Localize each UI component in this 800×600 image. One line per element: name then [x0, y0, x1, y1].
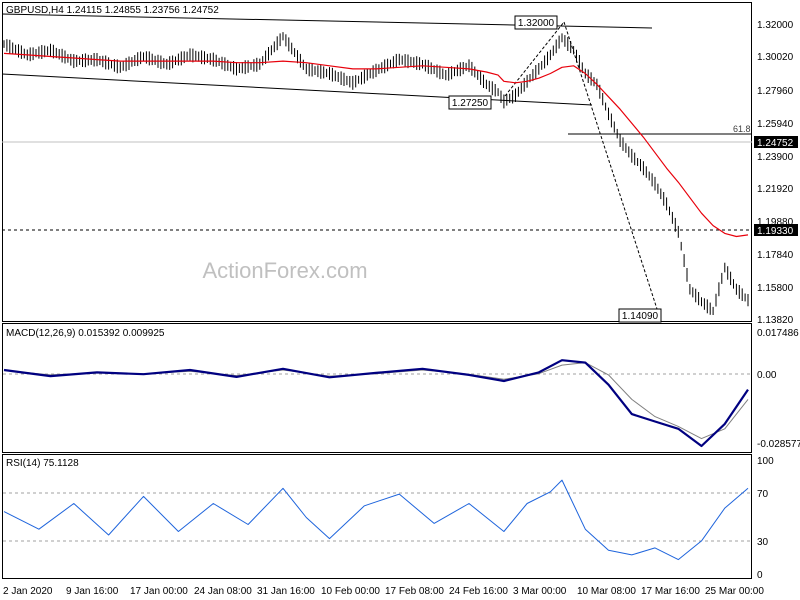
macd-panel-frame — [2, 323, 752, 453]
macd-y-tick: 0.017486 — [757, 328, 799, 339]
macd-header: MACD(12,26,9) 0.015392 0.009925 — [6, 328, 165, 339]
rsi-y-tick: 0 — [757, 570, 763, 581]
rsi-y-axis: 100 70 30 0 — [757, 456, 774, 581]
x-tick: 24 Jan 08:00 — [194, 586, 252, 597]
callout-high: 1.32000 — [518, 18, 555, 29]
main-y-axis: 1.32000 1.30020 1.27960 1.25940 1.23900 … — [757, 20, 794, 326]
callout-mid: 1.27250 — [452, 98, 489, 109]
x-tick: 31 Jan 16:00 — [257, 586, 315, 597]
x-tick: 25 Mar 00:00 — [705, 586, 764, 597]
fib-label: 61.8 — [733, 124, 751, 134]
series-layer — [3, 52, 749, 561]
x-tick: 10 Feb 00:00 — [321, 586, 380, 597]
x-tick: 10 Mar 08:00 — [577, 586, 636, 597]
x-tick: 17 Feb 08:00 — [385, 586, 444, 597]
support-tag: 1.19330 — [757, 226, 794, 237]
price-bars — [3, 32, 749, 315]
callout-low: 1.14090 — [622, 311, 659, 322]
main-y-tick: 1.30020 — [757, 52, 794, 63]
main-y-tick: 1.27960 — [757, 86, 794, 97]
macd-y-tick: 0.00 — [757, 370, 777, 381]
x-axis: 2 Jan 2020 9 Jan 16:00 17 Jan 00:00 24 J… — [3, 586, 764, 597]
x-tick: 9 Jan 16:00 — [66, 586, 119, 597]
x-tick: 2 Jan 2020 — [3, 586, 53, 597]
main-y-tick: 1.25940 — [757, 119, 794, 130]
x-tick: 3 Mar 00:00 — [513, 586, 567, 597]
x-tick: 17 Jan 00:00 — [130, 586, 188, 597]
main-y-tick: 1.32000 — [757, 20, 794, 31]
main-panel-frame — [2, 2, 752, 322]
rsi-header: RSI(14) 75.1128 — [6, 458, 79, 469]
rsi-y-tick: 100 — [757, 456, 774, 467]
chart: ActionForex.com GBPUSD,H4 1.24115 1.2485… — [1, 2, 800, 597]
watermark: ActionForex.com — [202, 258, 367, 283]
rsi-panel-frame — [2, 454, 752, 579]
rsi-y-tick: 30 — [757, 537, 769, 548]
macd-y-axis: 0.017486 0.00 -0.028577 — [757, 328, 800, 450]
main-y-tick: 1.23900 — [757, 152, 794, 163]
main-y-tick: 1.15800 — [757, 283, 794, 294]
rsi-line — [3, 479, 749, 561]
main-header: GBPUSD,H4 1.24115 1.24855 1.23756 1.2475… — [6, 5, 219, 16]
main-y-tick: 1.13820 — [757, 315, 794, 326]
main-y-tick: 1.17840 — [757, 250, 794, 261]
swing-line-b — [504, 21, 565, 97]
x-tick: 24 Feb 16:00 — [449, 586, 508, 597]
x-tick: 17 Mar 16:00 — [641, 586, 700, 597]
main-y-tick: 1.21920 — [757, 184, 794, 195]
macd-y-tick: -0.028577 — [757, 439, 800, 450]
rsi-y-tick: 70 — [757, 489, 769, 500]
moving-average-line — [3, 52, 749, 238]
price-tag: 1.24752 — [757, 138, 794, 149]
